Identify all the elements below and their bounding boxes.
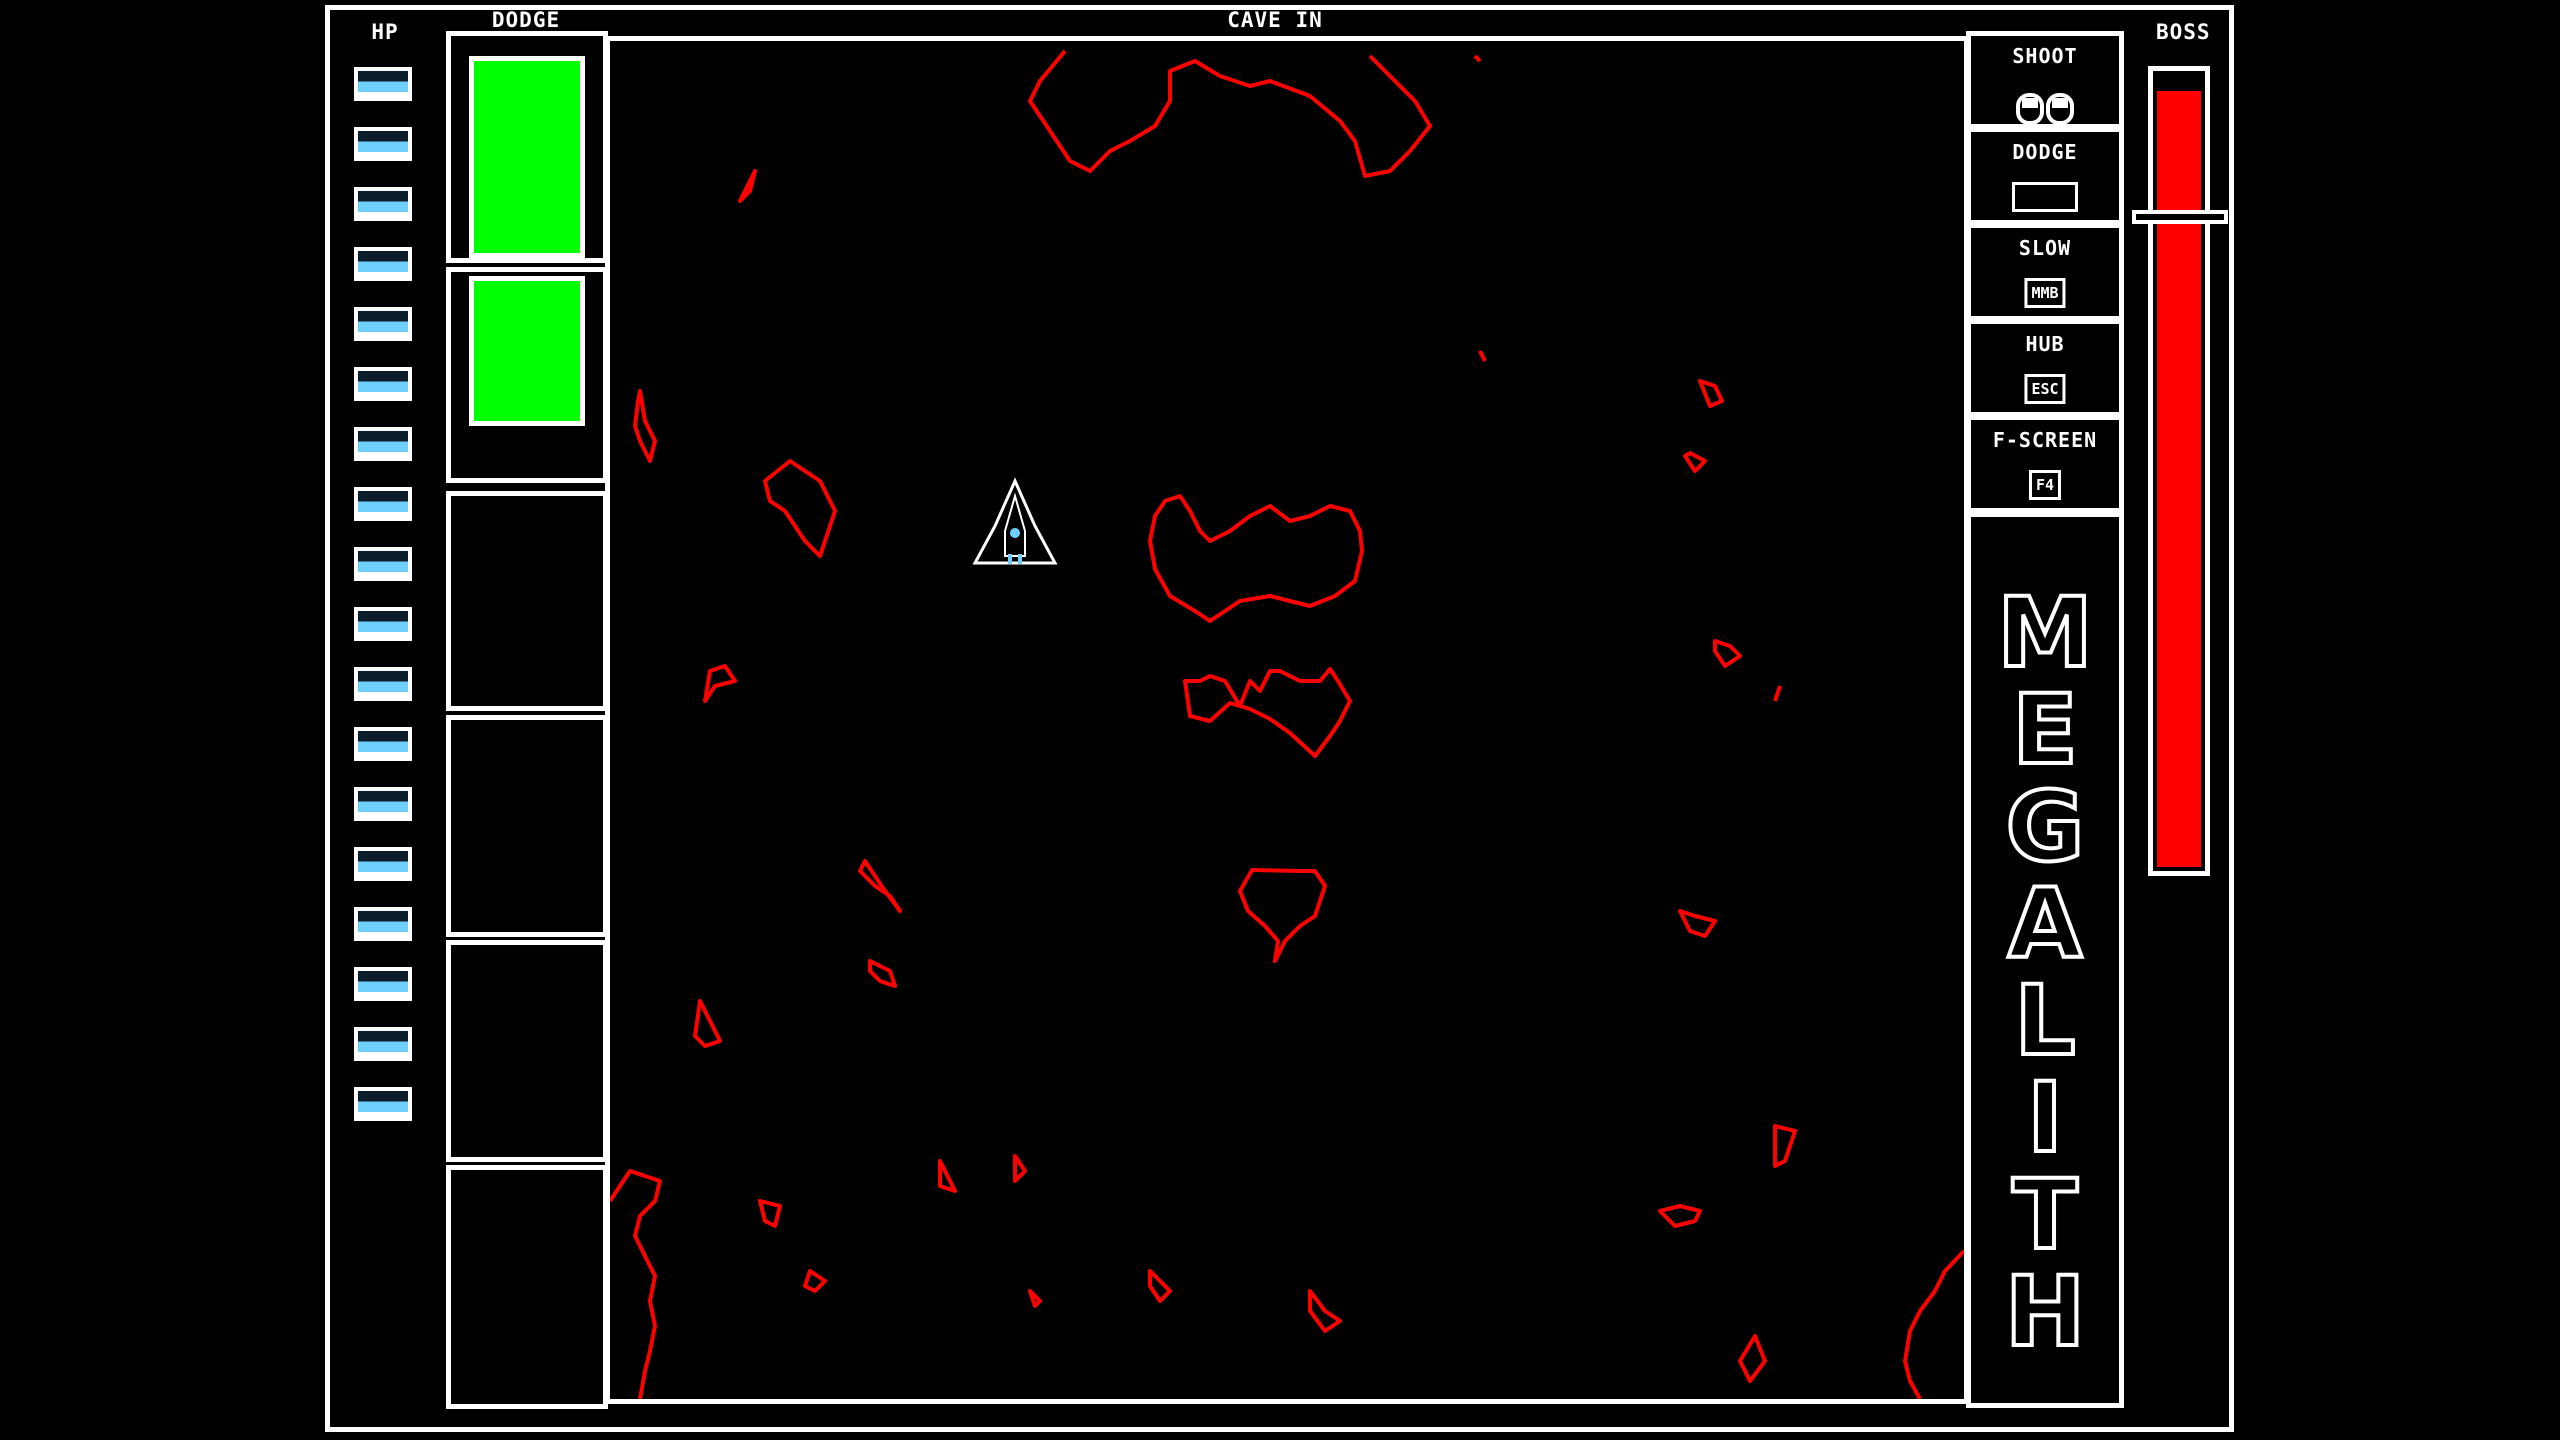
control-slow: SLOW MMB — [1966, 223, 2124, 321]
cave-rock-left-4 — [703, 664, 737, 703]
hp-pip — [354, 307, 412, 341]
cave-rock-left-2 — [633, 389, 657, 463]
hp-pip — [354, 607, 412, 641]
logo-letter: A — [2006, 868, 2084, 980]
cave-rock-right-2 — [1683, 451, 1707, 473]
cave-rock-small-6 — [1773, 685, 1782, 702]
cave-rock-small-3 — [1013, 1154, 1027, 1183]
hp-pip — [354, 1087, 412, 1121]
hp-pip — [354, 427, 412, 461]
dodge-slot — [446, 267, 608, 483]
mouse-buttons-icon — [2011, 92, 2079, 125]
hp-pip — [354, 187, 412, 221]
key-mmb: MMB — [2024, 278, 2066, 308]
control-label: SLOW — [2018, 236, 2072, 260]
hp-pip — [354, 907, 412, 941]
cave-rock-right-4 — [1678, 909, 1717, 938]
cave-rock-left-10 — [1148, 1269, 1172, 1303]
play-arena — [605, 36, 1969, 1404]
cave-rock-center-upper — [1148, 494, 1364, 623]
dodge-slot — [446, 940, 608, 1162]
logo-letter: I — [2025, 1062, 2065, 1174]
control-label: F-SCREEN — [1992, 428, 2098, 452]
cave-rock-small-7 — [1478, 350, 1487, 362]
dodge-label: DODGE — [491, 8, 561, 32]
logo-letter: L — [2012, 965, 2077, 1077]
cave-rock-small-1 — [1028, 1289, 1042, 1308]
hp-pip — [354, 487, 412, 521]
hp-pip — [354, 247, 412, 281]
cave-rock-small-5 — [1473, 54, 1482, 63]
cave-rock-right-1 — [1698, 379, 1724, 408]
hp-label: HP — [371, 20, 399, 44]
control-label: HUB — [2025, 332, 2065, 356]
dodge-charge — [469, 56, 585, 258]
cave-rock-left-bottom — [610, 1169, 662, 1399]
dodge-charge — [469, 276, 585, 426]
boss-label: BOSS — [2156, 20, 2211, 44]
hp-pip — [354, 847, 412, 881]
cave-rock-small-4 — [738, 169, 757, 203]
boss-health-fill — [2157, 90, 2201, 867]
boss-health-bar — [2148, 66, 2210, 876]
logo-letter: M — [1995, 577, 2095, 689]
cave-rock-left-1 — [763, 459, 837, 558]
cave-rock-center-lower — [1183, 667, 1352, 758]
control-dodge: DODGE — [1966, 127, 2124, 225]
logo-letter: E — [2010, 674, 2080, 786]
hp-pip — [354, 127, 412, 161]
hp-pip — [354, 667, 412, 701]
stage-title: CAVE IN — [1227, 8, 1323, 32]
cave-rock-right-6 — [1773, 1124, 1797, 1168]
cave-rock-right-3 — [1713, 639, 1742, 668]
dodge-slot — [446, 1165, 608, 1409]
dodge-slot — [446, 491, 608, 711]
cave-rock-left-7 — [758, 1199, 782, 1228]
cave-rock-right-5 — [1658, 1204, 1702, 1228]
cave-rock-center-bottom — [1238, 868, 1327, 963]
cave-rock-right-7 — [1738, 1334, 1767, 1383]
control-label: SHOOT — [2012, 44, 2078, 68]
hp-pip — [354, 367, 412, 401]
cave-rock-top — [1028, 49, 1432, 178]
hp-pip — [354, 727, 412, 761]
boss-phase-marker — [2132, 210, 2228, 224]
control-hub: HUB ESC — [1966, 319, 2124, 417]
player-ship — [972, 477, 1058, 565]
space-key-icon — [2012, 182, 2078, 212]
key-esc: ESC — [2024, 374, 2066, 404]
cave-rock-left-3 — [858, 859, 902, 913]
dodge-slot — [446, 715, 608, 937]
logo-letter: G — [2004, 771, 2087, 883]
hp-pip — [354, 967, 412, 1001]
control-f-screen: F-SCREEN F4 — [1966, 415, 2124, 513]
logo-box: MEGALITH — [1966, 512, 2124, 1408]
cave-rock-left-5 — [868, 959, 897, 988]
cave-rock-right-bottom — [1903, 1249, 1964, 1399]
hp-pip — [354, 787, 412, 821]
cave-rock-small-2 — [1308, 1289, 1342, 1333]
cave-rock-left-8 — [803, 1269, 827, 1293]
hp-pip — [354, 547, 412, 581]
logo-letter: T — [2010, 1159, 2079, 1271]
cave-rock-left-6 — [693, 999, 722, 1048]
cave-walls — [610, 49, 1964, 1399]
hp-pip — [354, 67, 412, 101]
control-shoot: SHOOT — [1966, 31, 2124, 129]
control-label: DODGE — [2012, 140, 2078, 164]
hp-pip — [354, 1027, 412, 1061]
dodge-slot — [446, 31, 608, 263]
key-f4: F4 — [2028, 470, 2062, 500]
cave-rock-left-9 — [938, 1159, 957, 1193]
logo-letter: H — [2003, 1256, 2087, 1368]
